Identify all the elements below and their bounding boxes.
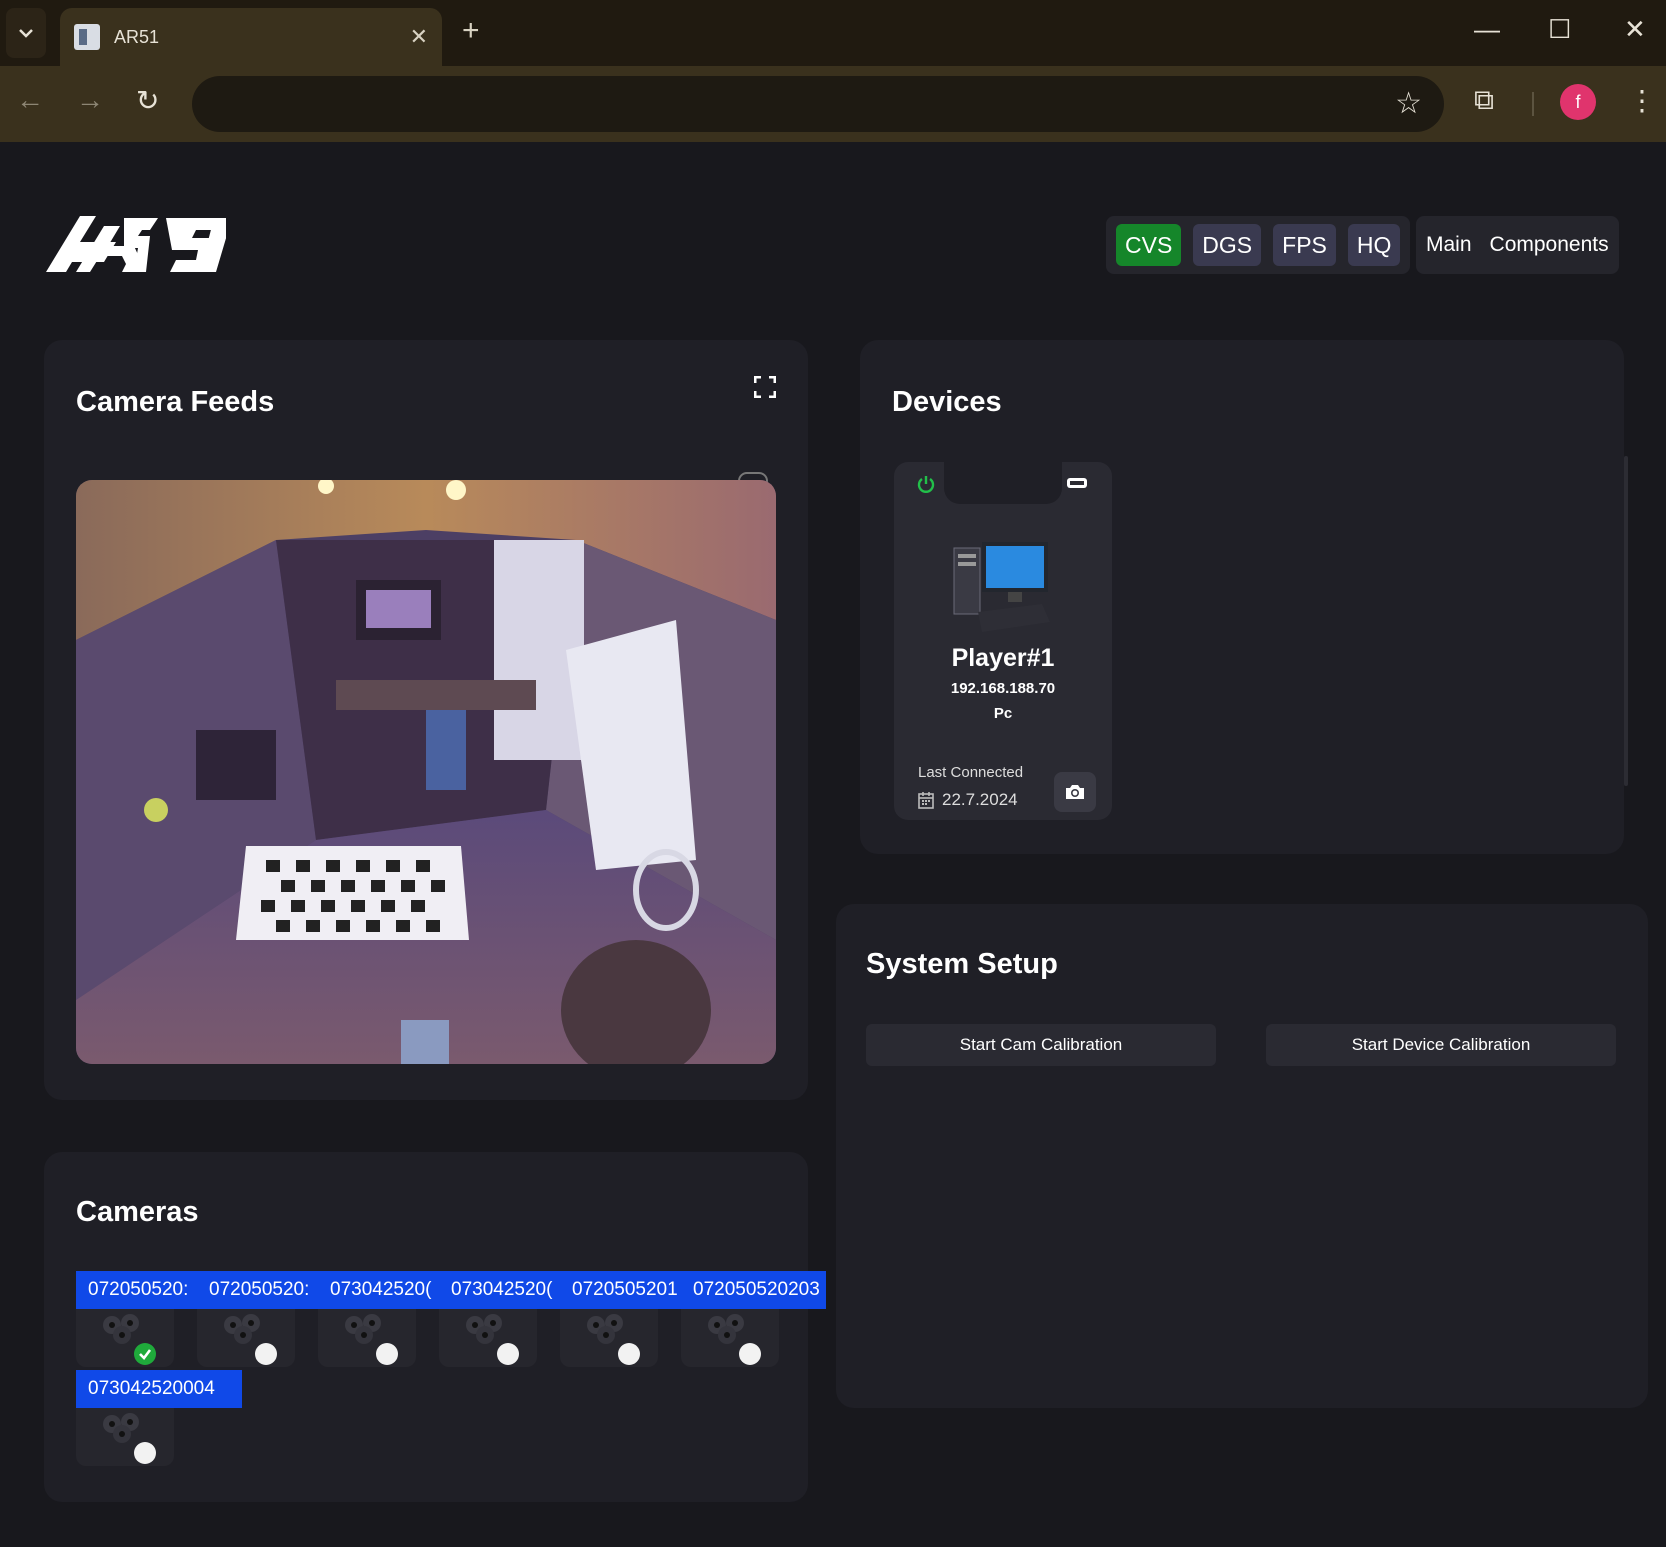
camera-tile[interactable] xyxy=(681,1309,779,1367)
camera-item[interactable]: 0720505201 xyxy=(560,1271,681,1367)
new-tab-button[interactable]: + xyxy=(462,14,480,48)
last-connected-label: Last Connected xyxy=(918,764,1024,781)
device-card-notch xyxy=(944,462,1062,504)
close-tab-icon[interactable]: ✕ xyxy=(410,24,428,50)
status-dot-icon xyxy=(497,1343,519,1365)
last-connected-date-value: 22.7.2024 xyxy=(942,790,1018,809)
browser-toolbar: ← → ↻ ☆ ⧉ f ⋮ xyxy=(0,66,1666,142)
camera-icon xyxy=(1066,785,1084,799)
system-setup-panel: System Setup Start Cam Calibration Start… xyxy=(836,904,1648,1408)
browser-tab[interactable]: AR51 ✕ xyxy=(60,8,442,66)
profile-avatar[interactable]: f xyxy=(1560,84,1596,120)
tab-search-button[interactable] xyxy=(6,8,46,58)
camera-tile[interactable] xyxy=(197,1309,295,1367)
bookmark-star-icon[interactable]: ☆ xyxy=(1395,86,1422,121)
cameras-title: Cameras xyxy=(76,1196,199,1228)
ar51-logo[interactable] xyxy=(46,212,226,278)
status-dot-icon xyxy=(376,1343,398,1365)
project-dgs-button[interactable]: DGS xyxy=(1193,224,1262,266)
camera-id-label: 072050520: xyxy=(197,1271,318,1309)
reload-button[interactable]: ↻ xyxy=(136,84,159,117)
calendar-icon xyxy=(918,792,934,809)
project-switcher: CVS DGS FPS HQ xyxy=(1106,216,1411,274)
toolbar-divider xyxy=(1532,92,1534,116)
camera-item[interactable]: 073042520( xyxy=(439,1271,560,1367)
camera-tile[interactable] xyxy=(439,1309,537,1367)
camera-tile[interactable] xyxy=(560,1309,658,1367)
camera-device-icon xyxy=(345,1314,381,1344)
pc-icon xyxy=(953,542,1050,632)
camera-item[interactable]: 072050520: xyxy=(197,1271,318,1367)
start-cam-calibration-button[interactable]: Start Cam Calibration xyxy=(866,1024,1216,1066)
devices-scrollbar[interactable] xyxy=(1624,456,1628,786)
device-type: Pc xyxy=(993,705,1013,722)
devices-title: Devices xyxy=(892,386,1002,418)
camera-id-label: 073042520( xyxy=(318,1271,439,1309)
browser-tab-bar: AR51 ✕ + — ☐ ✕ xyxy=(0,0,1666,66)
device-ip: 192.168.188.70 xyxy=(950,680,1056,697)
chevron-down-icon xyxy=(19,29,33,38)
camera-id-label: 072050520203 xyxy=(681,1271,826,1309)
forward-button[interactable]: → xyxy=(76,84,104,116)
camera-id-label: 0720505201 xyxy=(560,1271,681,1309)
camera-device-icon xyxy=(587,1314,623,1344)
status-dot-icon xyxy=(255,1343,277,1365)
project-hq-button[interactable]: HQ xyxy=(1347,224,1401,266)
project-fps-button[interactable]: FPS xyxy=(1273,224,1336,266)
camera-device-icon xyxy=(224,1314,260,1344)
battery-icon xyxy=(1067,478,1087,488)
maximize-button[interactable]: ☐ xyxy=(1548,14,1571,45)
browser-menu-icon[interactable]: ⋮ xyxy=(1628,84,1656,117)
camera-item[interactable]: 073042520( xyxy=(318,1271,439,1367)
camera-tile[interactable] xyxy=(76,1408,174,1466)
device-card[interactable]: Player#1 192.168.188.70 Pc Last Connecte… xyxy=(894,462,1112,820)
address-bar[interactable]: ☆ xyxy=(192,76,1444,132)
camera-feeds-title: Camera Feeds xyxy=(76,386,275,418)
project-cvs-button[interactable]: CVS xyxy=(1116,224,1182,266)
check-icon xyxy=(139,1349,152,1360)
camera-tile[interactable] xyxy=(318,1309,416,1367)
camera-id-label: 072050520: xyxy=(76,1271,197,1309)
camera-item[interactable]: 072050520: xyxy=(76,1271,197,1367)
tab-title: AR51 xyxy=(114,26,160,47)
minimize-button[interactable]: — xyxy=(1474,14,1500,45)
main-nav: Main Components xyxy=(1416,216,1619,274)
camera-tile[interactable] xyxy=(76,1309,174,1367)
camera-item[interactable]: 073042520004 xyxy=(76,1370,242,1466)
nav-main-link[interactable]: Main xyxy=(1426,233,1472,257)
camera-feeds-panel: Camera Feeds xyxy=(44,340,808,1100)
camera-device-icon xyxy=(708,1314,744,1344)
system-setup-title: System Setup xyxy=(866,948,1058,980)
start-device-calibration-button[interactable]: Start Device Calibration xyxy=(1266,1024,1616,1066)
page-favicon-icon xyxy=(74,24,100,50)
camera-id-label: 073042520004 xyxy=(76,1370,242,1408)
power-icon xyxy=(917,476,935,493)
status-dot-icon xyxy=(739,1343,761,1365)
status-dot-icon xyxy=(618,1343,640,1365)
status-dot-icon xyxy=(134,1442,156,1464)
camera-device-icon xyxy=(466,1314,502,1344)
nav-components-link[interactable]: Components xyxy=(1490,233,1609,257)
camera-device-icon xyxy=(103,1314,139,1344)
calibrated-check-icon xyxy=(134,1343,156,1365)
camera-item[interactable]: 072050520203 xyxy=(681,1271,826,1367)
camera-feed-video[interactable] xyxy=(76,480,776,1064)
camera-id-label: 073042520( xyxy=(439,1271,560,1309)
devices-panel: Devices Player#1 192.168.188.70 Pc Last … xyxy=(860,340,1628,854)
back-button[interactable]: ← xyxy=(16,84,44,116)
device-snapshot-button[interactable] xyxy=(1054,772,1096,812)
camera-device-icon xyxy=(103,1413,139,1443)
extensions-icon[interactable]: ⧉ xyxy=(1474,84,1494,117)
last-connected-date: 22.7.2024 xyxy=(918,790,1018,810)
device-name: Player#1 xyxy=(951,644,1055,672)
fullscreen-icon[interactable] xyxy=(754,376,776,398)
close-window-button[interactable]: ✕ xyxy=(1624,14,1646,45)
